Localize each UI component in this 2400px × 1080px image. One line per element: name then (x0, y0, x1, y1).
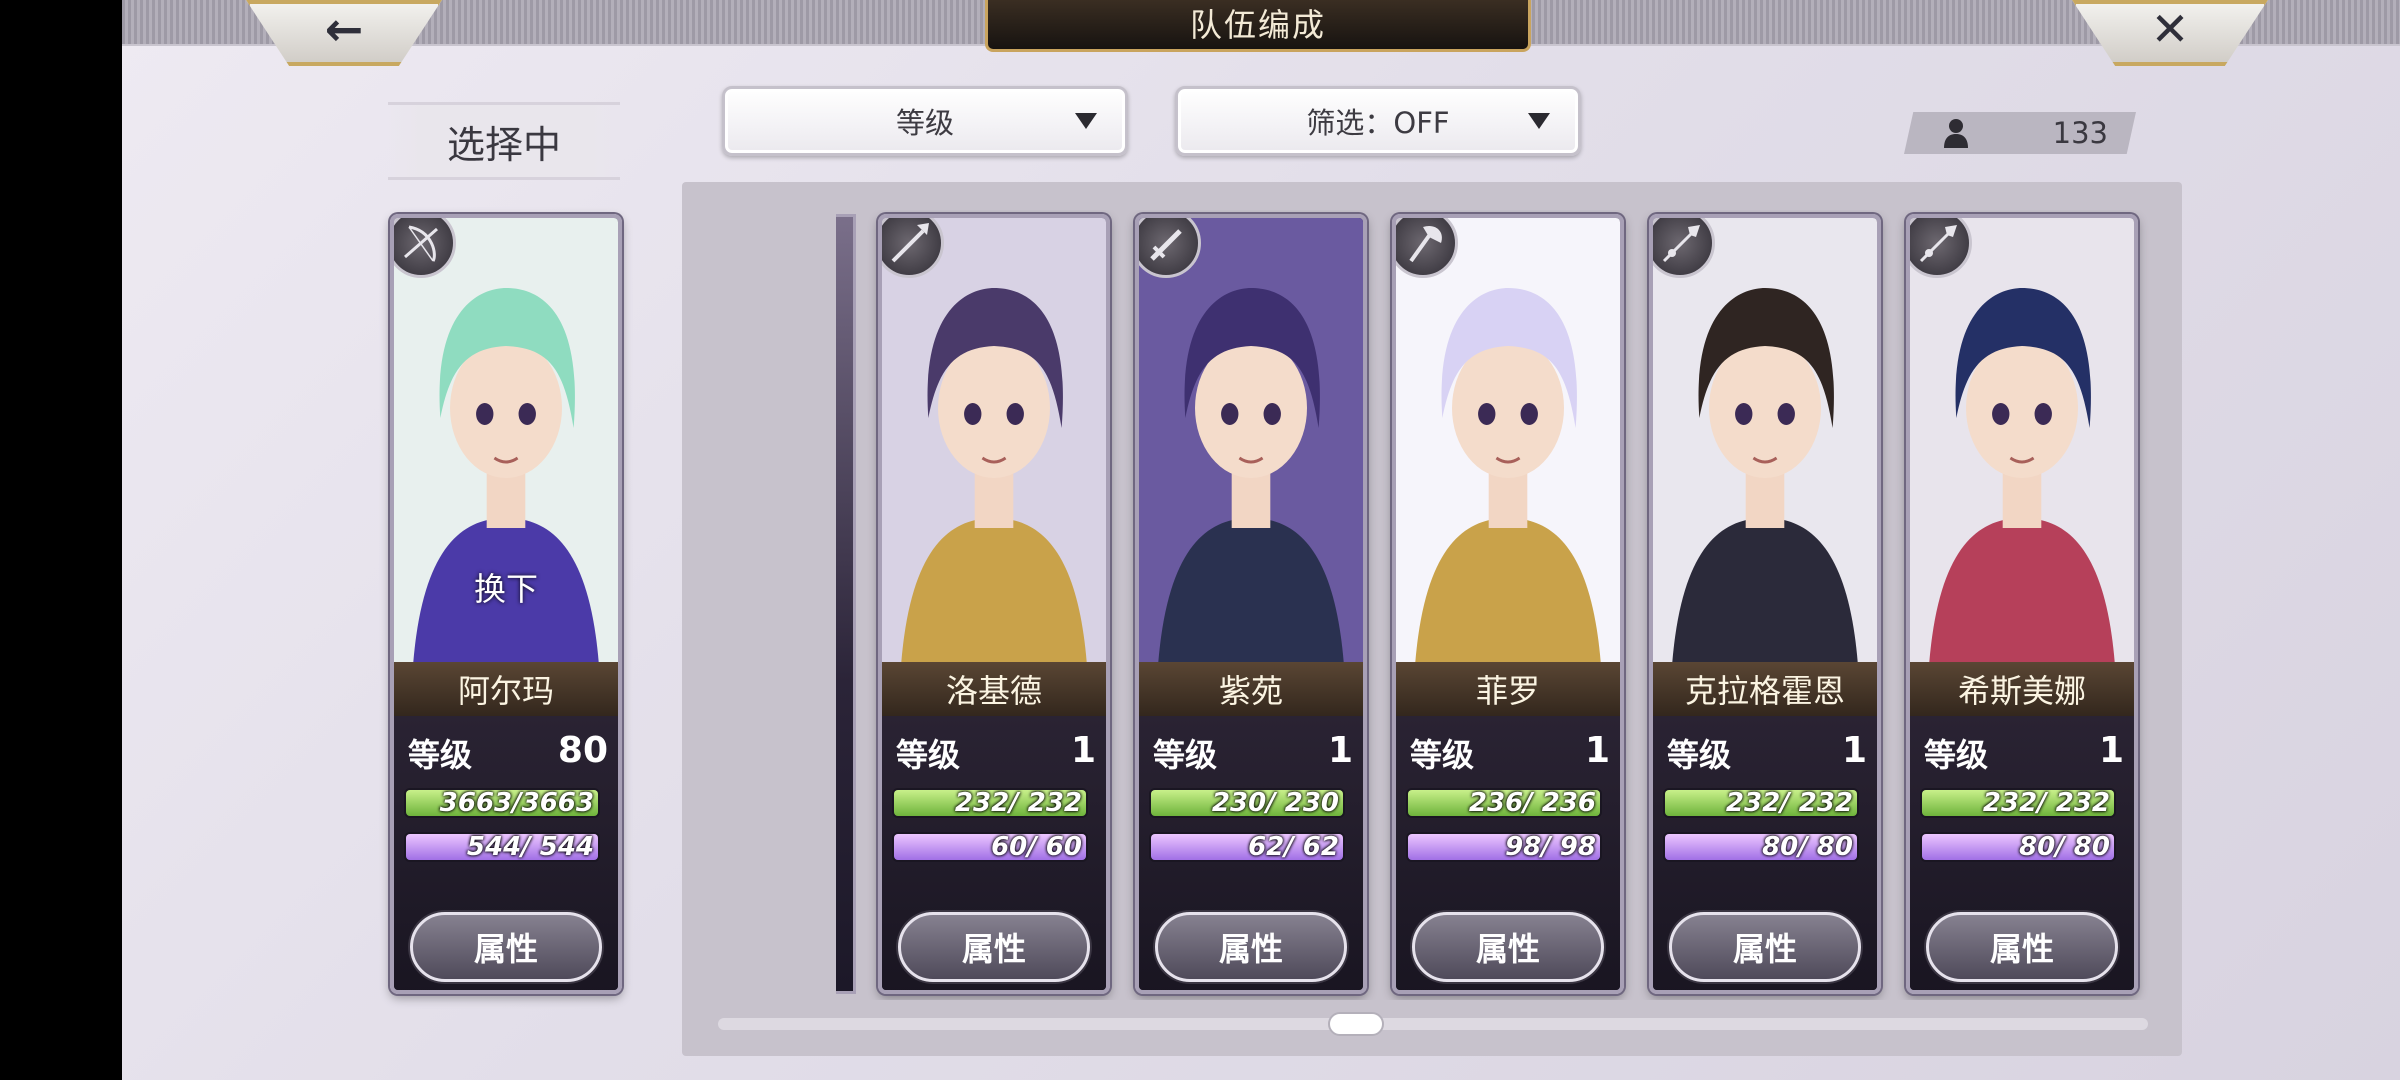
filter-dropdown-value: 筛选：OFF (1306, 106, 1450, 140)
level-value: 1 (1327, 730, 1353, 771)
close-icon: ✕ (2150, 2, 2190, 56)
hp-bar: 236/ 236 (1406, 788, 1602, 818)
mp-value: 544/ 544 (466, 832, 594, 862)
hp-value: 3663/3663 (439, 788, 594, 818)
unit-name: 克拉格霍恩 (1653, 662, 1877, 716)
level-label: 等级 (1667, 736, 1732, 774)
level-row: 等级 1 (896, 730, 1096, 774)
mp-value: 80/ 80 (1762, 832, 1853, 862)
roster-scroll-thumb[interactable] (1328, 1012, 1384, 1036)
level-row: 等级 1 (1153, 730, 1353, 774)
unit-card[interactable]: 希斯美娜等级 1 232/ 232 80/ 80 属性 (1906, 214, 2138, 994)
unit-portrait (1653, 218, 1877, 662)
attributes-button[interactable]: 属性 (1926, 912, 2118, 982)
unit-stats: 等级 1 232/ 232 60/ 60 属性 (882, 716, 1106, 990)
level-label: 等级 (896, 736, 961, 774)
level-label: 等级 (1410, 736, 1475, 774)
mp-value: 80/ 80 (2019, 832, 2110, 862)
level-label: 等级 (1924, 736, 1989, 774)
person-icon (1944, 119, 1968, 148)
attributes-button[interactable]: 属性 (410, 912, 602, 982)
hp-bar: 230/ 230 (1149, 788, 1345, 818)
unit-name: 阿尔玛 (394, 662, 618, 716)
unit-stats: 等级 1 236/ 236 98/ 98 属性 (1396, 716, 1620, 990)
attributes-button[interactable]: 属性 (1412, 912, 1604, 982)
unit-card[interactable]: 紫苑等级 1 230/ 230 62/ 62 属性 (1135, 214, 1367, 994)
level-row: 等级 1 (1667, 730, 1867, 774)
hp-bar: 232/ 232 (1920, 788, 2116, 818)
hp-bar: 232/ 232 (1663, 788, 1859, 818)
game-screen: ← 队伍编成 ✕ 选择中 等级 筛选：OFF 133 换下 阿尔玛 等级 80 3663… (122, 0, 2400, 1080)
back-button[interactable]: ← (246, 0, 442, 66)
unit-name: 菲罗 (1396, 662, 1620, 716)
level-row: 等级 1 (1410, 730, 1610, 774)
unit-portrait (1910, 218, 2134, 662)
close-button[interactable]: ✕ (2072, 0, 2268, 66)
mp-bar: 62/ 62 (1149, 832, 1345, 862)
page-title: 队伍编成 (985, 0, 1531, 52)
unit-stats: 等级 1 232/ 232 80/ 80 属性 (1653, 716, 1877, 990)
mp-bar: 98/ 98 (1406, 832, 1602, 862)
unit-name: 紫苑 (1139, 662, 1363, 716)
selected-section-label: 选择中 (388, 102, 620, 180)
filter-dropdown[interactable]: 筛选：OFF (1175, 86, 1581, 156)
level-value: 80 (557, 730, 608, 771)
level-label: 等级 (1153, 736, 1218, 774)
level-value: 1 (1584, 730, 1610, 771)
unit-stats: 等级 80 3663/3663 544/ 544 属性 (394, 716, 618, 990)
hp-value: 232/ 232 (1725, 788, 1853, 818)
level-value: 1 (1841, 730, 1867, 771)
partial-unit-card[interactable] (836, 214, 856, 994)
mp-value: 62/ 62 (1248, 832, 1339, 862)
mp-bar: 60/ 60 (892, 832, 1088, 862)
selected-unit-card[interactable]: 换下阿尔玛等级 80 3663/3663 544/ 544 属性 (390, 214, 622, 994)
unit-portrait (882, 218, 1106, 662)
unit-card[interactable]: 克拉格霍恩等级 1 232/ 232 80/ 80 属性 (1649, 214, 1881, 994)
level-value: 1 (1070, 730, 1096, 771)
unit-portrait (1139, 218, 1363, 662)
attributes-button[interactable]: 属性 (1669, 912, 1861, 982)
mp-bar: 544/ 544 (404, 832, 600, 862)
unit-name: 洛基德 (882, 662, 1106, 716)
level-label: 等级 (408, 736, 473, 774)
hp-value: 232/ 232 (954, 788, 1082, 818)
attributes-button[interactable]: 属性 (898, 912, 1090, 982)
hp-value: 232/ 232 (1982, 788, 2110, 818)
unit-name: 希斯美娜 (1910, 662, 2134, 716)
mp-value: 60/ 60 (991, 832, 1082, 862)
unit-stats: 等级 1 230/ 230 62/ 62 属性 (1139, 716, 1363, 990)
level-row: 等级 1 (1924, 730, 2124, 774)
unit-count-value: 133 (2052, 116, 2108, 150)
mp-bar: 80/ 80 (1920, 832, 2116, 862)
unit-portrait (1396, 218, 1620, 662)
level-row: 等级 80 (408, 730, 608, 774)
back-arrow-icon: ← (324, 2, 364, 56)
hp-bar: 3663/3663 (404, 788, 600, 818)
mp-value: 98/ 98 (1505, 832, 1596, 862)
sort-dropdown[interactable]: 等级 (722, 86, 1128, 156)
attributes-button[interactable]: 属性 (1155, 912, 1347, 982)
sort-dropdown-value: 等级 (895, 106, 954, 140)
hp-value: 230/ 230 (1211, 788, 1339, 818)
mp-bar: 80/ 80 (1663, 832, 1859, 862)
hp-value: 236/ 236 (1468, 788, 1596, 818)
swap-out-label[interactable]: 换下 (394, 564, 618, 610)
level-value: 1 (2098, 730, 2124, 771)
unit-stats: 等级 1 232/ 232 80/ 80 属性 (1910, 716, 2134, 990)
unit-card[interactable]: 洛基德等级 1 232/ 232 60/ 60 属性 (878, 214, 1110, 994)
unit-card[interactable]: 菲罗等级 1 236/ 236 98/ 98 属性 (1392, 214, 1624, 994)
chevron-down-icon (1075, 113, 1097, 129)
unit-count-badge: 133 (1904, 112, 2136, 154)
chevron-down-icon (1528, 113, 1550, 129)
roster-card-list[interactable]: 洛基德等级 1 232/ 232 60/ 60 属性 紫苑等级 1 230/ 230 62/ 6… (682, 210, 2152, 1000)
hp-bar: 232/ 232 (892, 788, 1088, 818)
roster-scrollbar[interactable] (718, 1018, 2148, 1030)
